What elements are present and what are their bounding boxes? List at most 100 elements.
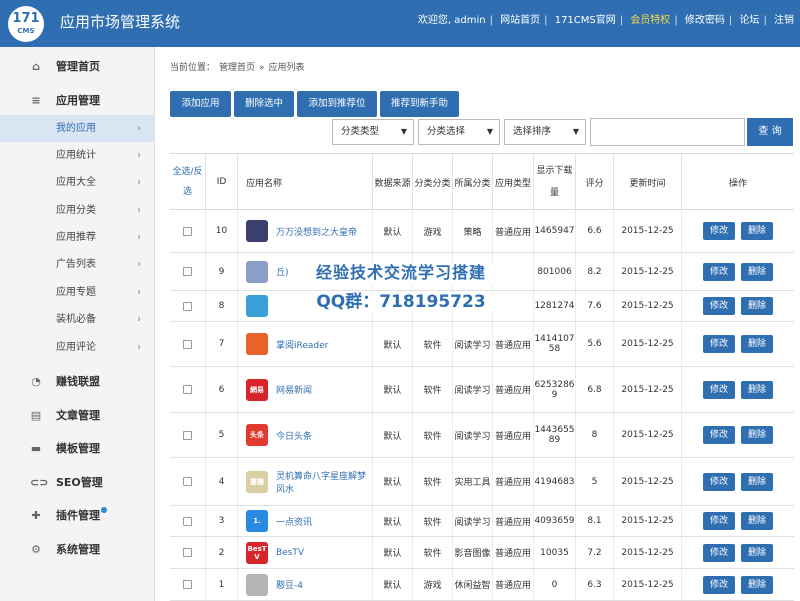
select-all-toggle[interactable]: 全选/反选 [170, 154, 206, 210]
row-checkbox[interactable] [183, 339, 192, 349]
delete-button[interactable]: 删除 [741, 512, 773, 530]
sidebar-sub-my-apps[interactable]: 我的应用 › [0, 115, 155, 142]
link-forum[interactable]: 论坛 [739, 14, 759, 28]
row-id: 4 [206, 458, 238, 505]
app-icon: 網易 [246, 378, 268, 401]
row-checkbox[interactable] [183, 430, 192, 440]
sidebar-item-seo[interactable]: ⊂⊃ SEO管理 [0, 469, 155, 497]
edit-button[interactable]: 修改 [703, 222, 735, 240]
sidebar-sub-all-apps[interactable]: 应用大全 › [0, 169, 155, 196]
delete-button[interactable]: 删除 [741, 543, 773, 562]
edit-button[interactable]: 修改 [703, 575, 735, 594]
sidebar-sub-ad-list[interactable]: 广告列表 › [0, 251, 155, 278]
sidebar-item-home[interactable]: ⌂ 管理首页 [0, 53, 155, 81]
delete-button[interactable]: 删除 [741, 380, 773, 399]
edit-button[interactable]: 修改 [703, 335, 735, 353]
table-row: 10 万万没想到之大皇帝 默认 游戏 策略 普通应用 1465947 6.6 2015-12-2… [170, 210, 794, 253]
sidebar-item-label: 系统管理 [56, 543, 100, 556]
row-score: 6.8 [576, 367, 614, 412]
add-to-recommend-button[interactable]: 添加到推荐位 [297, 91, 377, 117]
delete-button[interactable]: 删除 [741, 297, 773, 315]
row-updated: 2015-12-25 [614, 569, 682, 600]
app-name-link[interactable]: 掌阅iReader [276, 338, 328, 351]
sidebar-item-label: 文章管理 [56, 409, 100, 422]
row-checkbox[interactable] [183, 477, 192, 486]
search-input[interactable] [590, 118, 745, 146]
category-type-select[interactable]: 分类类型 ▼ [332, 119, 414, 145]
link-vip[interactable]: 会员特权 [630, 14, 670, 28]
delete-button[interactable]: 删除 [741, 472, 773, 491]
row-checkbox[interactable] [183, 267, 192, 276]
delete-button[interactable]: 删除 [741, 575, 773, 594]
app-name-link[interactable]: 丘) [276, 265, 289, 278]
row-downloads: 1281274 [534, 291, 576, 321]
breadcrumb-home[interactable]: 管理首页 [219, 63, 255, 73]
row-app-name-cell: 網易 网易新闻 [238, 367, 373, 412]
row-checkbox[interactable] [183, 301, 192, 311]
sidebar-sub-app-recommend[interactable]: 应用推荐 › [0, 224, 155, 251]
link-official-site[interactable]: 171CMS官网 [555, 14, 616, 28]
row-select-cell [170, 569, 206, 600]
row-app-name-cell: 万万没想到之大皇帝 [238, 210, 373, 252]
sidebar-sub-label: 应用分类 [56, 205, 96, 216]
delete-button[interactable]: 删除 [741, 262, 773, 281]
sidebar-sub-essentials[interactable]: 装机必备 › [0, 306, 155, 333]
delete-button[interactable]: 删除 [741, 335, 773, 353]
row-updated: 2015-12-25 [614, 367, 682, 412]
edit-button[interactable]: 修改 [703, 543, 735, 562]
delete-button[interactable]: 删除 [741, 426, 773, 444]
sidebar-item-affiliate[interactable]: ◔ 赚钱联盟 [0, 368, 155, 396]
edit-button[interactable]: 修改 [703, 472, 735, 491]
logo[interactable]: 171 CMS [8, 6, 44, 42]
row-checkbox[interactable] [183, 385, 192, 394]
search-button[interactable]: 查 询 [747, 118, 793, 146]
edit-button[interactable]: 修改 [703, 262, 735, 281]
sidebar-sub-app-comments[interactable]: 应用评论 › [0, 334, 155, 361]
row-select-cell [170, 537, 206, 568]
sidebar-sub-app-topics[interactable]: 应用专题 › [0, 279, 155, 306]
table-row: 3 1. 一点资讯 默认 软件 阅读学习 普通应用 4093659 8.1 2015-12-25 修… [170, 506, 794, 537]
delete-button[interactable]: 删除 [741, 222, 773, 240]
row-app-name-cell: 丘) [238, 253, 373, 290]
row-app-name-cell [238, 291, 373, 321]
sidebar-sub-app-stats[interactable]: 应用统计 › [0, 142, 155, 169]
row-updated: 2015-12-25 [614, 210, 682, 252]
app-name-link[interactable]: 憨豆-4 [276, 578, 303, 591]
sidebar-sub-app-categories[interactable]: 应用分类 › [0, 197, 155, 224]
row-checkbox[interactable] [183, 580, 192, 589]
edit-button[interactable]: 修改 [703, 512, 735, 530]
row-app-name-cell: 头条 今日头条 [238, 413, 373, 457]
sidebar-item-app-management[interactable]: ≡ 应用管理 [0, 87, 155, 115]
edit-button[interactable]: 修改 [703, 426, 735, 444]
app-name-link[interactable]: 一点资讯 [276, 515, 312, 528]
sidebar-sub-label: 广告列表 [56, 259, 96, 270]
row-checkbox[interactable] [183, 226, 192, 236]
row-checkbox[interactable] [183, 516, 192, 526]
row-cat-class: 软件 [413, 537, 453, 568]
row-checkbox[interactable] [183, 548, 192, 557]
sort-select[interactable]: 选择排序 ▼ [504, 119, 586, 145]
recommend-to-newbie-button[interactable]: 推荐到新手助 [380, 91, 459, 117]
app-name-link[interactable]: 今日头条 [276, 429, 312, 442]
app-name-link[interactable]: 灵机算命八字星座解梦风水 [276, 469, 372, 495]
chevron-right-icon: › [137, 342, 141, 353]
sidebar-item-system[interactable]: ⚙ 系统管理 [0, 536, 155, 564]
delete-selected-button[interactable]: 删除选中 [234, 91, 294, 117]
add-app-button[interactable]: 添加应用 [170, 91, 231, 117]
category-select[interactable]: 分类选择 ▼ [418, 119, 500, 145]
col-score: 评分 [576, 154, 614, 210]
link-site-home[interactable]: 网站首页 [500, 14, 540, 28]
sidebar-item-templates[interactable]: ▬ 模板管理 [0, 435, 155, 463]
app-name-link[interactable]: BesTV [276, 548, 304, 558]
select-value: 分类类型 [341, 126, 380, 137]
edit-button[interactable]: 修改 [703, 380, 735, 399]
edit-button[interactable]: 修改 [703, 297, 735, 315]
app-name-link[interactable]: 网易新闻 [276, 383, 312, 396]
link-change-password[interactable]: 修改密码 [685, 14, 725, 28]
sidebar-item-plugins[interactable]: ✚ 插件管理 [0, 502, 155, 530]
sidebar-item-articles[interactable]: ▤ 文章管理 [0, 402, 155, 430]
app-name-link[interactable]: 万万没想到之大皇帝 [276, 225, 357, 238]
link-logout[interactable]: 注销 [774, 14, 794, 28]
row-select-cell [170, 322, 206, 366]
row-updated: 2015-12-25 [614, 537, 682, 568]
